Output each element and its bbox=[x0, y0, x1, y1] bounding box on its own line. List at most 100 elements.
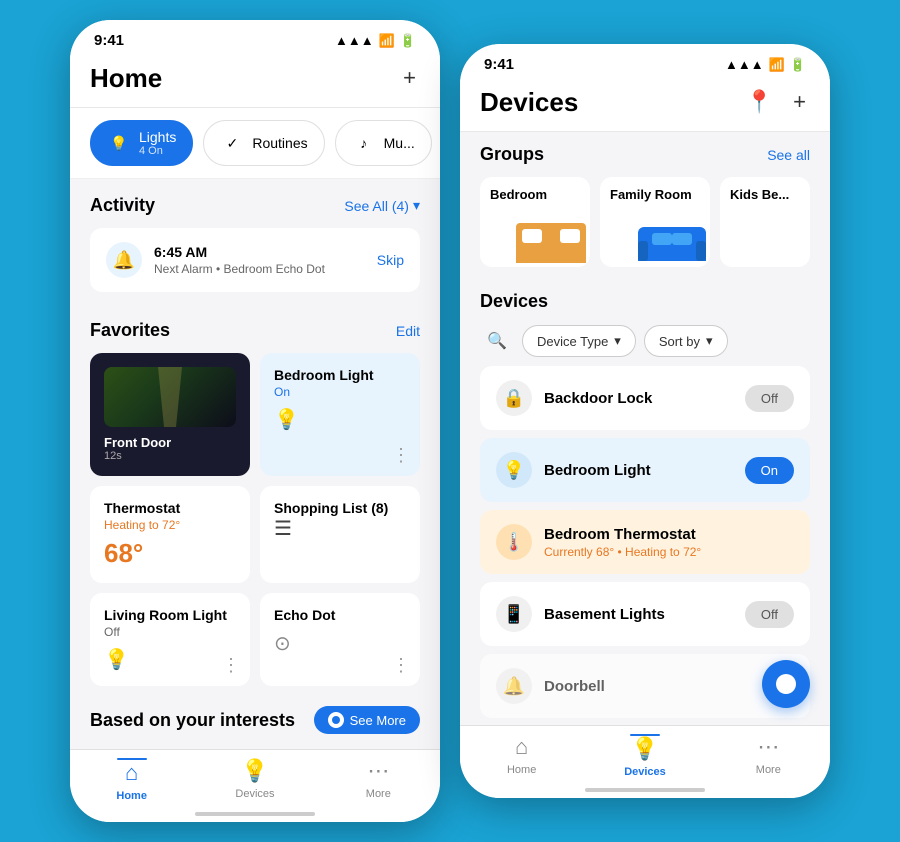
add-device-button[interactable]: + bbox=[789, 85, 810, 119]
fav-card-echo[interactable]: Echo Dot ⊙ ⋮ bbox=[260, 593, 420, 686]
fav-card-shopping[interactable]: Shopping List (8) ☰ bbox=[260, 486, 420, 583]
devices-nav-label: Devices bbox=[235, 788, 274, 800]
device-type-filter[interactable]: Device Type ▾ bbox=[522, 325, 636, 357]
alexa-dot-icon bbox=[328, 712, 344, 728]
fav-card-thermostat[interactable]: Thermostat Heating to 72° 68° bbox=[90, 486, 250, 583]
kids-group-name: Kids Be... bbox=[730, 187, 800, 202]
basement-lights-toggle[interactable]: Off bbox=[745, 601, 794, 628]
nav-more-devices[interactable]: ⋯ More bbox=[707, 734, 830, 778]
bulb-on-icon: 💡 bbox=[274, 407, 406, 432]
device-row-bedroom-light[interactable]: 💡 Bedroom Light On bbox=[480, 438, 810, 502]
group-card-family-room[interactable]: Family Room bbox=[600, 177, 710, 267]
bedroom-light-toggle[interactable]: On bbox=[745, 457, 794, 484]
fav-camera-time: 12s bbox=[104, 450, 236, 462]
more-nav-icon-d: ⋯ bbox=[757, 734, 779, 760]
basement-lights-icon: 📱 bbox=[496, 596, 532, 632]
fav-card-living-room[interactable]: Living Room Light Off 💡 ⋮ bbox=[90, 593, 250, 686]
device-row-doorbell[interactable]: 🔔 Doorbell bbox=[480, 654, 810, 718]
doorbell-name: Doorbell bbox=[544, 678, 605, 695]
home-phone: 9:41 ▲▲▲ 📶 🔋 Home + 💡 Light bbox=[70, 20, 440, 822]
backdoor-lock-toggle[interactable]: Off bbox=[745, 385, 794, 412]
nav-home-devices[interactable]: ⌂ Home bbox=[460, 734, 583, 778]
home-nav-icon: ⌂ bbox=[125, 760, 138, 786]
lights-chip-count: 4 On bbox=[139, 145, 176, 157]
nav-devices-home[interactable]: 💡 Devices bbox=[193, 758, 316, 802]
group-card-kids[interactable]: Kids Be... bbox=[720, 177, 810, 267]
groups-row: Bedroom Family Room bbox=[480, 177, 810, 271]
fav-card-bedroom-light[interactable]: Bedroom Light On 💡 ⋮ bbox=[260, 353, 420, 476]
signal-icon: ▲▲▲ bbox=[335, 33, 374, 48]
favorites-title: Favorites bbox=[90, 320, 170, 341]
groups-section: Groups See all Bedroom bbox=[460, 132, 830, 279]
device-row-bedroom-thermostat[interactable]: 🌡️ Bedroom Thermostat Currently 68° • He… bbox=[480, 510, 810, 574]
fav-thermostat-value: 68° bbox=[104, 538, 236, 569]
home-indicator bbox=[195, 812, 315, 816]
devices-header: Devices 📍 + bbox=[460, 77, 830, 132]
fav-thermostat-title: Thermostat bbox=[104, 500, 236, 516]
card-menu-dots[interactable]: ⋮ bbox=[392, 445, 410, 466]
echo-icon: ⊙ bbox=[274, 631, 406, 656]
lights-chip-label: Lights bbox=[139, 129, 176, 145]
nav-devices-active[interactable]: 💡 Devices bbox=[583, 734, 706, 778]
groups-title: Groups bbox=[480, 144, 544, 165]
nav-home[interactable]: ⌂ Home bbox=[70, 758, 193, 802]
sort-by-filter[interactable]: Sort by ▾ bbox=[644, 325, 728, 357]
fav-thermostat-subtitle: Heating to 72° bbox=[104, 518, 236, 532]
location-button[interactable]: 📍 bbox=[742, 85, 777, 119]
alexa-fab-icon bbox=[776, 674, 796, 694]
nav-more-home[interactable]: ⋯ More bbox=[317, 758, 440, 802]
card-menu-dots-2[interactable]: ⋮ bbox=[222, 655, 240, 676]
activity-time: 6:45 AM bbox=[154, 244, 325, 260]
devices-nav-icon-d: 💡 bbox=[631, 736, 658, 762]
device-row-backdoor-lock[interactable]: 🔒 Backdoor Lock Off bbox=[480, 366, 810, 430]
see-all-groups-link[interactable]: See all bbox=[767, 147, 810, 163]
skip-button[interactable]: Skip bbox=[377, 252, 404, 268]
wifi-icon-d: 📶 bbox=[769, 57, 785, 73]
camera-preview bbox=[104, 367, 236, 427]
device-row-basement-lights[interactable]: 📱 Basement Lights Off bbox=[480, 582, 810, 646]
add-home-button[interactable]: + bbox=[399, 61, 420, 95]
device-left-thermostat: 🌡️ Bedroom Thermostat Currently 68° • He… bbox=[496, 524, 701, 560]
see-more-button[interactable]: See More bbox=[314, 706, 420, 734]
fav-living-room-status: Off bbox=[104, 625, 236, 639]
activity-section: Activity See All (4) ▾ 🔔 6:45 AM Next Al… bbox=[70, 179, 440, 304]
interests-header: Based on your interests See More bbox=[70, 694, 440, 742]
device-type-chevron: ▾ bbox=[614, 333, 621, 349]
quick-action-routines[interactable]: ✓ Routines bbox=[203, 120, 324, 166]
family-room-group-name: Family Room bbox=[610, 187, 700, 202]
list-icon: ☰ bbox=[274, 518, 292, 540]
status-icons-home: ▲▲▲ 📶 🔋 bbox=[335, 33, 416, 49]
alexa-fab-button[interactable] bbox=[762, 660, 810, 708]
devices-section-title: Devices bbox=[480, 291, 548, 311]
light-on-icon: 💡 bbox=[496, 452, 532, 488]
quick-action-lights[interactable]: 💡 Lights 4 On bbox=[90, 120, 193, 166]
activity-card: 🔔 6:45 AM Next Alarm • Bedroom Echo Dot … bbox=[90, 228, 420, 292]
fav-card-front-door[interactable]: Front Door 12s bbox=[90, 353, 250, 476]
devices-header-actions: 📍 + bbox=[742, 85, 810, 119]
family-room-illustration bbox=[638, 227, 706, 261]
activity-desc: Next Alarm • Bedroom Echo Dot bbox=[154, 262, 325, 276]
edit-favorites-link[interactable]: Edit bbox=[396, 323, 420, 339]
device-info-bedroom-light: Bedroom Light bbox=[544, 462, 651, 479]
devices-page-title: Devices bbox=[480, 87, 578, 118]
wifi-icon: 📶 bbox=[379, 33, 395, 49]
home-header: Home + bbox=[70, 53, 440, 108]
chevron-down-icon: ▾ bbox=[413, 197, 420, 214]
routines-chip-icon: ✓ bbox=[220, 131, 244, 155]
activity-info: 6:45 AM Next Alarm • Bedroom Echo Dot bbox=[154, 244, 325, 276]
thermostat-status: Currently 68° • Heating to 72° bbox=[544, 545, 701, 559]
music-chip-label: Mu... bbox=[384, 135, 415, 151]
basement-lights-name: Basement Lights bbox=[544, 606, 665, 623]
devices-section-header: Devices bbox=[460, 279, 830, 312]
device-left-bedroom-light: 💡 Bedroom Light bbox=[496, 452, 651, 488]
see-all-activity-link[interactable]: See All (4) ▾ bbox=[344, 197, 420, 214]
status-bar-devices: 9:41 ▲▲▲ 📶 🔋 bbox=[460, 44, 830, 77]
group-card-bedroom[interactable]: Bedroom bbox=[480, 177, 590, 267]
devices-nav-label-d: Devices bbox=[624, 766, 666, 778]
search-devices-button[interactable]: 🔍 bbox=[480, 324, 514, 358]
bedroom-group-name: Bedroom bbox=[490, 187, 580, 202]
device-info-thermostat: Bedroom Thermostat Currently 68° • Heati… bbox=[544, 526, 701, 559]
quick-action-music[interactable]: ♪ Mu... bbox=[335, 120, 432, 166]
card-menu-dots-3[interactable]: ⋮ bbox=[392, 655, 410, 676]
sort-by-label: Sort by bbox=[659, 334, 700, 349]
